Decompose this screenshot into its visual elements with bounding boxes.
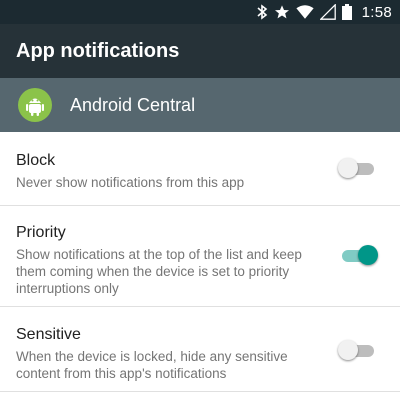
page-title: App notifications xyxy=(16,39,180,62)
divider xyxy=(0,391,400,392)
signal-icon xyxy=(319,4,336,20)
setting-priority[interactable]: Priority Show notifications at the top o… xyxy=(0,206,400,306)
setting-description: Show notifications at the top of the lis… xyxy=(16,247,302,296)
setting-title: Sensitive xyxy=(16,326,81,343)
setting-title: Block xyxy=(16,152,56,169)
status-time: 1:58 xyxy=(361,3,392,21)
priority-toggle[interactable] xyxy=(340,245,378,267)
bluetooth-icon xyxy=(256,4,268,20)
star-icon xyxy=(274,4,290,20)
battery-icon xyxy=(341,4,352,20)
wifi-icon xyxy=(295,4,314,20)
setting-title: Priority xyxy=(16,224,66,241)
toggle-thumb xyxy=(338,340,358,360)
app-bar: App notifications xyxy=(0,24,400,78)
app-name: Android Central xyxy=(70,94,196,115)
status-bar: 1:58 xyxy=(0,0,400,24)
android-central-logo-icon xyxy=(18,88,52,122)
toggle-thumb xyxy=(358,245,378,265)
block-toggle[interactable] xyxy=(338,158,376,180)
setting-sensitive[interactable]: Sensitive When the device is locked, hid… xyxy=(0,307,400,391)
app-header: Android Central xyxy=(0,78,400,132)
setting-description: Never show notifications from this app xyxy=(16,175,245,190)
setting-block[interactable]: Block Never show notifications from this… xyxy=(0,132,400,205)
sensitive-toggle[interactable] xyxy=(338,340,376,362)
setting-description: When the device is locked, hide any sens… xyxy=(16,349,288,381)
toggle-thumb xyxy=(338,158,358,178)
